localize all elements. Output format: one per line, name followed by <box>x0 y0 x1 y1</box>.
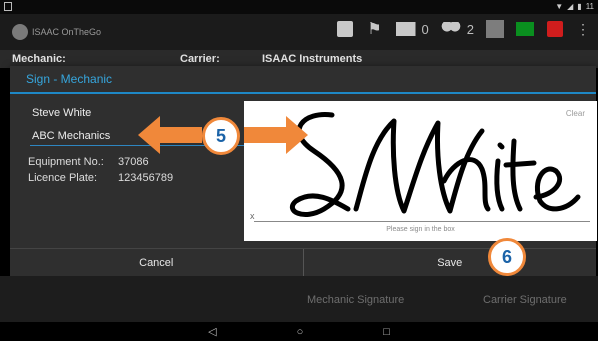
plate-row: Licence Plate: 123456789 <box>28 172 248 184</box>
navigation-bar: ◁ ○ □ <box>0 322 598 341</box>
carrier-signature-button[interactable]: Carrier Signature <box>483 294 567 306</box>
disabled-icon[interactable] <box>486 20 504 38</box>
background-screen: Mechanic Signature Carrier Signature <box>0 276 598 322</box>
mechanic-signature-button[interactable]: Mechanic Signature <box>307 294 404 306</box>
equipment-row: Equipment No.: 37086 <box>28 156 248 168</box>
equipment-label: Equipment No.: <box>28 156 104 168</box>
cancel-button[interactable]: Cancel <box>10 249 304 276</box>
inspection-icon[interactable]: ⚑ <box>366 20 384 38</box>
status-bar: ▼ ◢ ▮ 11 <box>0 0 598 14</box>
mail-icon <box>395 22 416 36</box>
alert-icon[interactable] <box>336 20 354 38</box>
sign-line <box>254 221 590 222</box>
save-button[interactable]: Save <box>304 249 597 276</box>
sign-x-mark: x <box>250 211 255 221</box>
left-arrow-icon <box>138 116 202 154</box>
sign-hint: Please sign in the box <box>386 226 455 233</box>
truck-icon[interactable] <box>546 20 564 38</box>
messages-button[interactable]: 0 <box>395 21 429 37</box>
step-5-callout: 5 <box>202 117 240 155</box>
signal-icon: ◢ <box>567 2 574 11</box>
status-icons: ▼ ◢ ▮ 11 <box>555 2 594 11</box>
recents-icon[interactable]: □ <box>383 326 390 338</box>
wifi-icon: ▼ <box>555 2 564 11</box>
plate-value: 123456789 <box>118 172 174 184</box>
app-title[interactable]: ISAAC OnTheGo <box>12 24 101 40</box>
trailer-icon[interactable] <box>516 20 534 38</box>
plate-label: Licence Plate: <box>28 172 98 184</box>
notification-icon <box>4 2 12 11</box>
app-logo-icon <box>12 24 28 40</box>
carrier-label: Carrier: <box>180 53 220 65</box>
drivers-button[interactable]: 2 <box>440 21 474 37</box>
more-menu-icon[interactable]: ⋮ <box>576 21 590 38</box>
right-arrow-icon <box>244 116 308 154</box>
dialog-title: Sign - Mechanic <box>10 66 596 94</box>
people-icon <box>440 22 461 36</box>
mail-count: 0 <box>421 21 429 37</box>
home-icon[interactable]: ○ <box>297 326 304 338</box>
people-count: 2 <box>466 21 474 37</box>
app-bar: ISAAC OnTheGo ⚑ 0 2 ⋮ <box>0 14 598 50</box>
battery-icon: ▮ <box>577 2 582 11</box>
clear-button[interactable]: Clear <box>566 109 585 118</box>
mechanic-label: Mechanic: <box>12 53 66 65</box>
clock: 11 <box>585 2 594 11</box>
equipment-value: 37086 <box>118 156 149 168</box>
step-6-callout: 6 <box>488 238 526 276</box>
carrier-value: ISAAC Instruments <box>262 53 363 65</box>
back-icon[interactable]: ◁ <box>208 325 216 338</box>
toolbar: ⚑ 0 2 ⋮ <box>336 20 590 38</box>
app-title-text: ISAAC OnTheGo <box>32 27 102 37</box>
